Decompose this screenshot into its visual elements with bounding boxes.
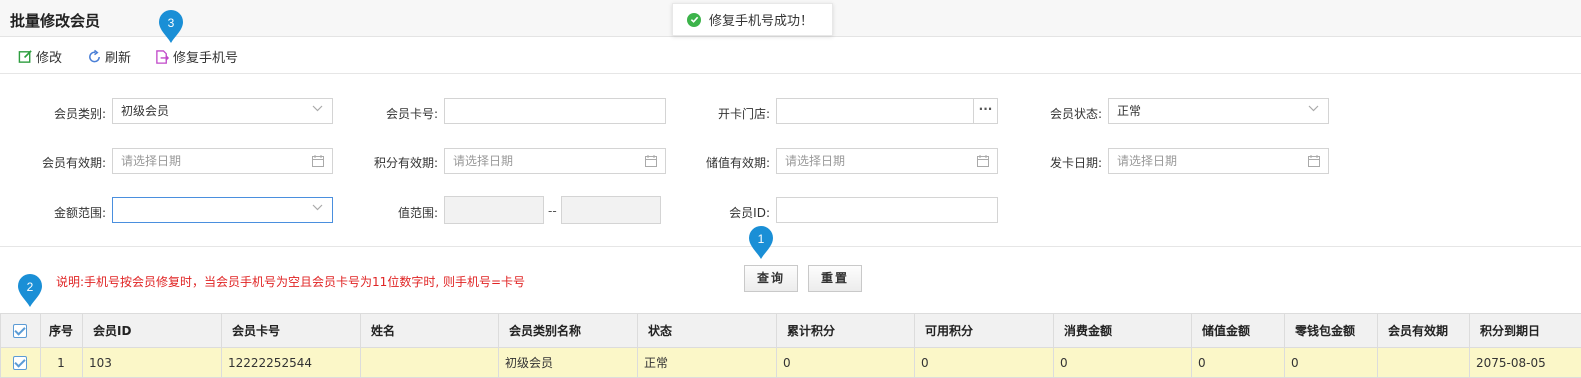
value-range-label: 值范围: bbox=[397, 206, 438, 220]
reset-button[interactable]: 重置 bbox=[808, 265, 862, 292]
toolbar: 修改 刷新 修复手机号 bbox=[0, 37, 1581, 74]
column-header[interactable]: 会员ID bbox=[82, 313, 222, 348]
amount-range-select[interactable] bbox=[112, 197, 333, 223]
page-title: 批量修改会员 bbox=[10, 12, 101, 30]
table-cell bbox=[360, 347, 499, 378]
table-cell: 初级会员 bbox=[498, 347, 638, 378]
table-cell: 0 bbox=[1284, 347, 1378, 378]
edit-label: 修改 bbox=[36, 51, 63, 66]
table-cell: 103 bbox=[82, 347, 222, 378]
table-cell: 0 bbox=[1053, 347, 1192, 378]
column-header[interactable]: 会员有效期 bbox=[1377, 313, 1470, 348]
instruction-note: 说明:手机号按会员修复时，当会员手机号为空且会员卡号为11位数字时, 则手机号=… bbox=[56, 275, 525, 289]
stored-expiry-label: 储值有效期: bbox=[705, 156, 770, 170]
store-label: 开卡门店: bbox=[717, 107, 770, 121]
member-expiry-placeholder: 请选择日期 bbox=[121, 154, 182, 168]
stored-expiry-date-input[interactable]: 请选择日期 bbox=[776, 148, 998, 174]
member-type-select[interactable]: 初级会员 bbox=[112, 98, 333, 124]
card-no-label: 会员卡号: bbox=[385, 107, 438, 121]
column-header[interactable]: 会员卡号 bbox=[221, 313, 361, 348]
step-marker-3: 3 bbox=[157, 8, 185, 44]
row-checkbox[interactable] bbox=[0, 347, 41, 378]
divider bbox=[0, 246, 1581, 247]
fix-phone-label: 修复手机号 bbox=[173, 51, 239, 66]
calendar-icon bbox=[312, 155, 324, 167]
table-row[interactable]: 1 103 12222252544 初级会员 正常 0 0 0 0 0 2075… bbox=[0, 347, 1581, 378]
value-range-max-input[interactable] bbox=[561, 196, 661, 224]
table-cell: 正常 bbox=[637, 347, 777, 378]
column-header[interactable]: 会员类别名称 bbox=[498, 313, 638, 348]
table-header-row: 序号 会员ID 会员卡号 姓名 会员类别名称 状态 累计积分 可用积分 消费金额… bbox=[0, 313, 1581, 348]
store-input[interactable]: ··· bbox=[776, 98, 998, 124]
calendar-icon bbox=[645, 155, 657, 167]
points-expiry-date-input[interactable]: 请选择日期 bbox=[444, 148, 666, 174]
column-header[interactable]: 可用积分 bbox=[914, 313, 1054, 348]
issue-date-placeholder: 请选择日期 bbox=[1117, 154, 1178, 168]
stored-expiry-placeholder: 请选择日期 bbox=[785, 154, 846, 168]
issue-date-label: 发卡日期: bbox=[1049, 156, 1102, 170]
column-header[interactable]: 累计积分 bbox=[776, 313, 915, 348]
column-header[interactable]: 序号 bbox=[40, 313, 83, 348]
column-header[interactable]: 储值金额 bbox=[1191, 313, 1285, 348]
refresh-icon bbox=[89, 49, 100, 63]
fix-phone-button[interactable]: 修复手机号 bbox=[155, 47, 238, 66]
toast-message: 修复手机号成功！ bbox=[709, 14, 814, 29]
member-type-label: 会员类别: bbox=[53, 107, 106, 121]
column-header[interactable]: 积分到期日 bbox=[1469, 313, 1581, 348]
step-marker-1: 1 bbox=[747, 224, 775, 260]
success-toast: 修复手机号成功！ bbox=[672, 3, 833, 36]
checkbox-checked-icon bbox=[13, 355, 27, 370]
member-table: 序号 会员ID 会员卡号 姓名 会员类别名称 状态 累计积分 可用积分 消费金额… bbox=[0, 313, 1581, 378]
step-marker-1-text: 1 bbox=[758, 232, 765, 246]
step-marker-2: 2 bbox=[16, 272, 44, 308]
table-cell bbox=[1377, 347, 1470, 378]
table-cell: 12222252544 bbox=[221, 347, 361, 378]
step-marker-2-text: 2 bbox=[27, 280, 34, 294]
store-picker-button[interactable]: ··· bbox=[973, 99, 997, 123]
table-cell: 0 bbox=[914, 347, 1054, 378]
column-header[interactable]: 状态 bbox=[637, 313, 777, 348]
status-select[interactable]: 正常 bbox=[1108, 98, 1329, 124]
checkbox-checked-icon bbox=[13, 323, 27, 338]
check-circle-icon bbox=[687, 12, 701, 27]
status-label: 会员状态: bbox=[1049, 107, 1102, 121]
table-cell: 0 bbox=[776, 347, 915, 378]
value-range-min-input[interactable] bbox=[444, 196, 544, 224]
member-id-input[interactable] bbox=[776, 197, 998, 223]
file-export-icon bbox=[156, 49, 170, 64]
member-expiry-label: 会员有效期: bbox=[41, 156, 106, 170]
edit-icon bbox=[18, 50, 32, 63]
status-value: 正常 bbox=[1117, 104, 1142, 118]
range-separator: -- bbox=[548, 204, 557, 218]
member-expiry-date-input[interactable]: 请选择日期 bbox=[112, 148, 333, 174]
column-header[interactable]: 零钱包金额 bbox=[1284, 313, 1378, 348]
chevron-down-icon bbox=[1308, 105, 1319, 112]
refresh-button[interactable]: 刷新 bbox=[87, 47, 131, 66]
amount-range-label: 金额范围: bbox=[53, 206, 106, 220]
edit-button[interactable]: 修改 bbox=[18, 47, 62, 66]
table-cell: 1 bbox=[40, 347, 83, 378]
select-all-checkbox[interactable] bbox=[0, 313, 41, 348]
column-header[interactable]: 姓名 bbox=[360, 313, 499, 348]
points-expiry-placeholder: 请选择日期 bbox=[453, 154, 514, 168]
refresh-label: 刷新 bbox=[105, 51, 132, 66]
card-no-input[interactable] bbox=[444, 98, 666, 124]
issue-date-input[interactable]: 请选择日期 bbox=[1108, 148, 1329, 174]
chevron-down-icon bbox=[312, 105, 323, 112]
calendar-icon bbox=[1308, 155, 1320, 167]
table-cell: 2075-08-05 bbox=[1469, 347, 1581, 378]
column-header[interactable]: 消费金额 bbox=[1053, 313, 1192, 348]
calendar-icon bbox=[977, 155, 989, 167]
member-type-value: 初级会员 bbox=[121, 104, 170, 118]
query-button[interactable]: 查询 bbox=[744, 265, 798, 292]
member-id-label: 会员ID: bbox=[729, 206, 770, 220]
chevron-down-icon bbox=[312, 204, 323, 211]
points-expiry-label: 积分有效期: bbox=[373, 156, 438, 170]
table-cell: 0 bbox=[1191, 347, 1285, 378]
step-marker-3-text: 3 bbox=[168, 16, 175, 30]
